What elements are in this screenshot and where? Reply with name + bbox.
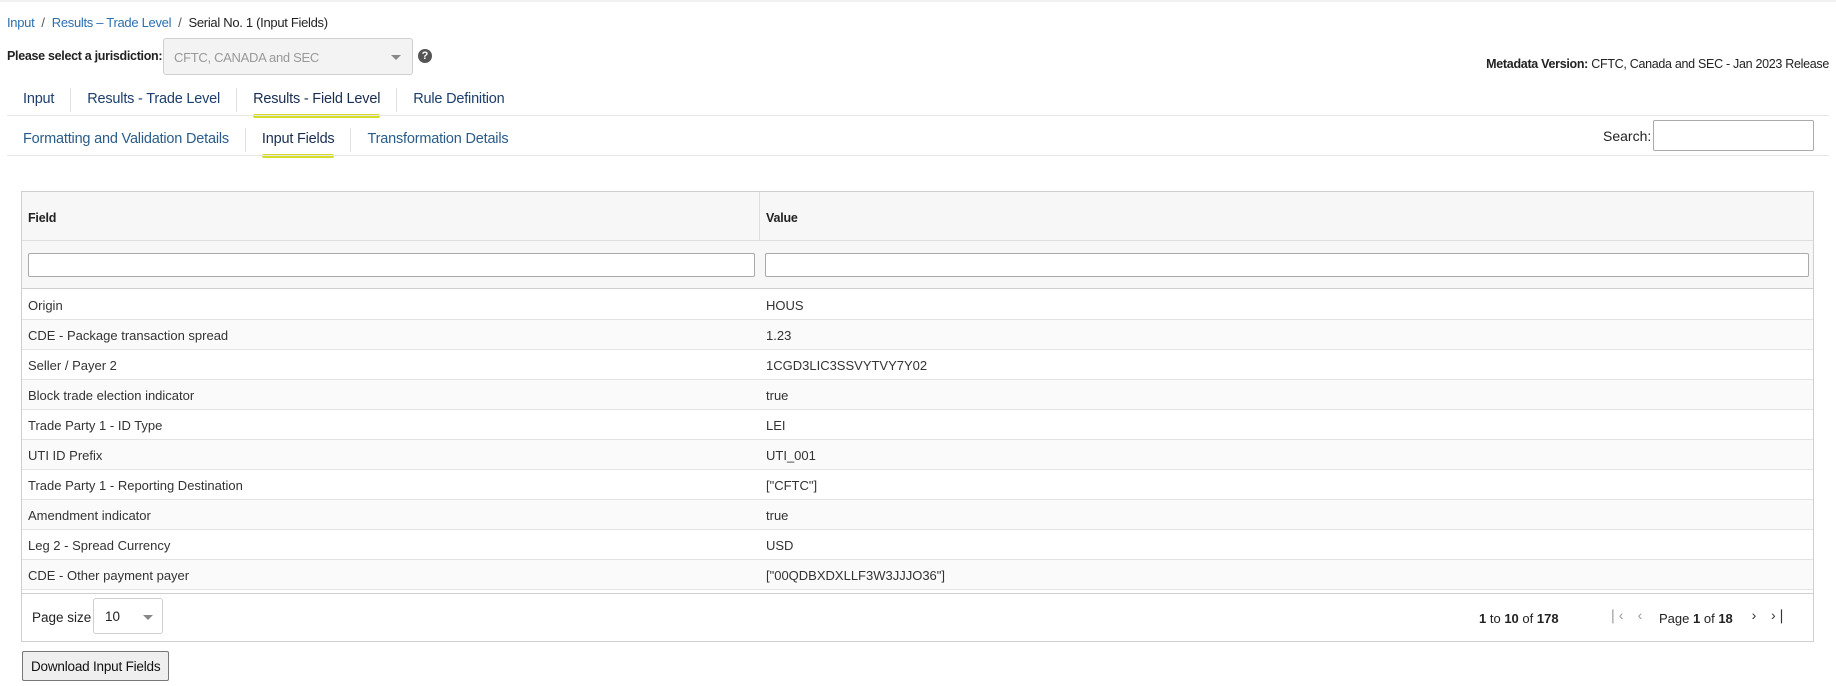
- tab-divider: [7, 115, 1829, 116]
- chevron-down-icon: [391, 55, 401, 60]
- row-of-word: of: [1522, 611, 1534, 626]
- breadcrumb: Input / Results – Trade Level / Serial No. 1…: [7, 15, 328, 30]
- row-total: 178: [1536, 611, 1559, 626]
- field-cell: Trade Party 1 - Reporting Destination: [28, 478, 243, 493]
- column-header-field[interactable]: Field: [22, 192, 759, 241]
- column-header-value[interactable]: Value: [759, 192, 1814, 241]
- grid-footer: Page size 10 1 to 10 of 178 ❘‹ ‹ Page 1 …: [22, 593, 1813, 641]
- metadata-version: Metadata Version: CFTC, Canada and SEC -…: [1486, 57, 1829, 71]
- question-circle-icon[interactable]: ?: [418, 49, 432, 63]
- metadata-version-value: CFTC, Canada and SEC - Jan 2023 Release: [1591, 57, 1829, 71]
- value-cell: UTI_001: [766, 448, 816, 463]
- field-cell: CDE - Other payment payer: [28, 568, 190, 583]
- metadata-version-label: Metadata Version:: [1486, 57, 1589, 71]
- current-page: 1: [1693, 611, 1701, 626]
- value-cell: USD: [766, 538, 794, 553]
- table-row[interactable]: Trade Party 1 - ID Type LEI: [22, 410, 1813, 440]
- row-summary: 1 to 10 of 178: [1479, 611, 1559, 626]
- tab-transformation-details[interactable]: Transformation Details: [351, 128, 524, 152]
- value-cell: 1CGD3LIC3SSVYTVY7Y02: [766, 358, 928, 373]
- grid-body: Origin HOUS CDE - Package transaction spr…: [22, 290, 1813, 590]
- page-size-label: Page size: [32, 610, 92, 625]
- breadcrumb-input-link[interactable]: Input: [7, 15, 35, 30]
- tab-results-field-level[interactable]: Results - Field Level: [237, 88, 398, 118]
- table-row[interactable]: CDE - Package transaction spread 1.23: [22, 320, 1813, 350]
- field-cell: Origin: [28, 298, 63, 313]
- grid-header: Field Value: [22, 192, 1813, 241]
- table-row[interactable]: CDE - Other payment payer ["00QDBXDXLLF3W…: [22, 560, 1813, 590]
- table-row[interactable]: UTI ID Prefix UTI_001: [22, 440, 1813, 470]
- row-to-word: to: [1489, 611, 1501, 626]
- value-cell: 1.23: [766, 328, 792, 343]
- search-input[interactable]: [1653, 120, 1814, 151]
- value-cell: HOUS: [766, 298, 804, 313]
- tab-formatting-validation-details[interactable]: Formatting and Validation Details: [7, 128, 246, 152]
- value-cell: ["CFTC"]: [766, 478, 818, 493]
- value-filter-input[interactable]: [765, 253, 1809, 277]
- field-cell: Amendment indicator: [28, 508, 151, 523]
- table-row[interactable]: Amendment indicator true: [22, 500, 1813, 530]
- page-of-word: of: [1703, 611, 1715, 626]
- chevron-down-icon: [143, 615, 153, 620]
- breadcrumb-results-trade-level-link[interactable]: Results – Trade Level: [52, 15, 172, 30]
- table-row[interactable]: Block trade election indicator true: [22, 380, 1813, 410]
- table-row[interactable]: Leg 2 - Spread Currency USD: [22, 530, 1813, 560]
- tab-rule-definition[interactable]: Rule Definition: [397, 88, 520, 112]
- row-to: 10: [1504, 611, 1519, 626]
- page-indicator: Page 1 of 18: [1659, 611, 1733, 626]
- table-row[interactable]: Origin HOUS: [22, 290, 1813, 320]
- tab-divider: [7, 155, 1829, 156]
- field-cell: UTI ID Prefix: [28, 448, 103, 463]
- breadcrumb-current: Serial No. 1 (Input Fields): [188, 15, 328, 30]
- field-cell: Leg 2 - Spread Currency: [28, 538, 171, 553]
- page-size-select[interactable]: 10: [93, 598, 163, 634]
- filter-row: [22, 241, 1813, 289]
- page-size-value: 10: [105, 609, 121, 624]
- total-pages: 18: [1718, 611, 1733, 626]
- primary-tabs: Input Results - Trade Level Results - Fi…: [7, 88, 521, 118]
- page-word: Page: [1659, 611, 1690, 626]
- field-cell: Block trade election indicator: [28, 388, 195, 403]
- download-input-fields-button[interactable]: Download Input Fields: [22, 651, 170, 681]
- jurisdiction-select[interactable]: CFTC, CANADA and SEC: [163, 38, 413, 75]
- search-label: Search:: [1603, 128, 1652, 144]
- secondary-tabs: Formatting and Validation Details Input …: [7, 128, 524, 158]
- last-page-icon[interactable]: ›❘: [1771, 607, 1787, 625]
- field-cell: Seller / Payer 2: [28, 358, 117, 373]
- breadcrumb-separator: /: [178, 15, 182, 30]
- tab-input-fields[interactable]: Input Fields: [246, 128, 352, 158]
- field-filter-input[interactable]: [28, 253, 755, 277]
- table-row[interactable]: Seller / Payer 2 1CGD3LIC3SSVYTVY7Y02: [22, 350, 1813, 380]
- tab-results-trade-level[interactable]: Results - Trade Level: [71, 88, 238, 112]
- field-cell: Trade Party 1 - ID Type: [28, 418, 163, 433]
- value-cell: true: [766, 508, 789, 523]
- first-page-icon[interactable]: ❘‹: [1607, 607, 1623, 625]
- value-cell: ["00QDBXDXLLF3W3JJJO36"]: [766, 568, 946, 583]
- input-fields-grid: Field Value Origin HOUS CDE - Package tra…: [21, 191, 1814, 642]
- jurisdiction-selected-value: CFTC, CANADA and SEC: [174, 50, 319, 65]
- table-row[interactable]: Trade Party 1 - Reporting Destination ["C…: [22, 470, 1813, 500]
- top-border: [0, 0, 1836, 2]
- value-cell: LEI: [766, 418, 786, 433]
- tab-input[interactable]: Input: [7, 88, 72, 112]
- jurisdiction-label: Please select a jurisdiction:: [7, 49, 163, 63]
- next-page-icon[interactable]: ›: [1746, 607, 1762, 625]
- breadcrumb-separator: /: [41, 15, 45, 30]
- previous-page-icon[interactable]: ‹: [1632, 607, 1648, 625]
- field-cell: CDE - Package transaction spread: [28, 328, 229, 343]
- value-cell: true: [766, 388, 789, 403]
- row-from: 1: [1479, 611, 1487, 626]
